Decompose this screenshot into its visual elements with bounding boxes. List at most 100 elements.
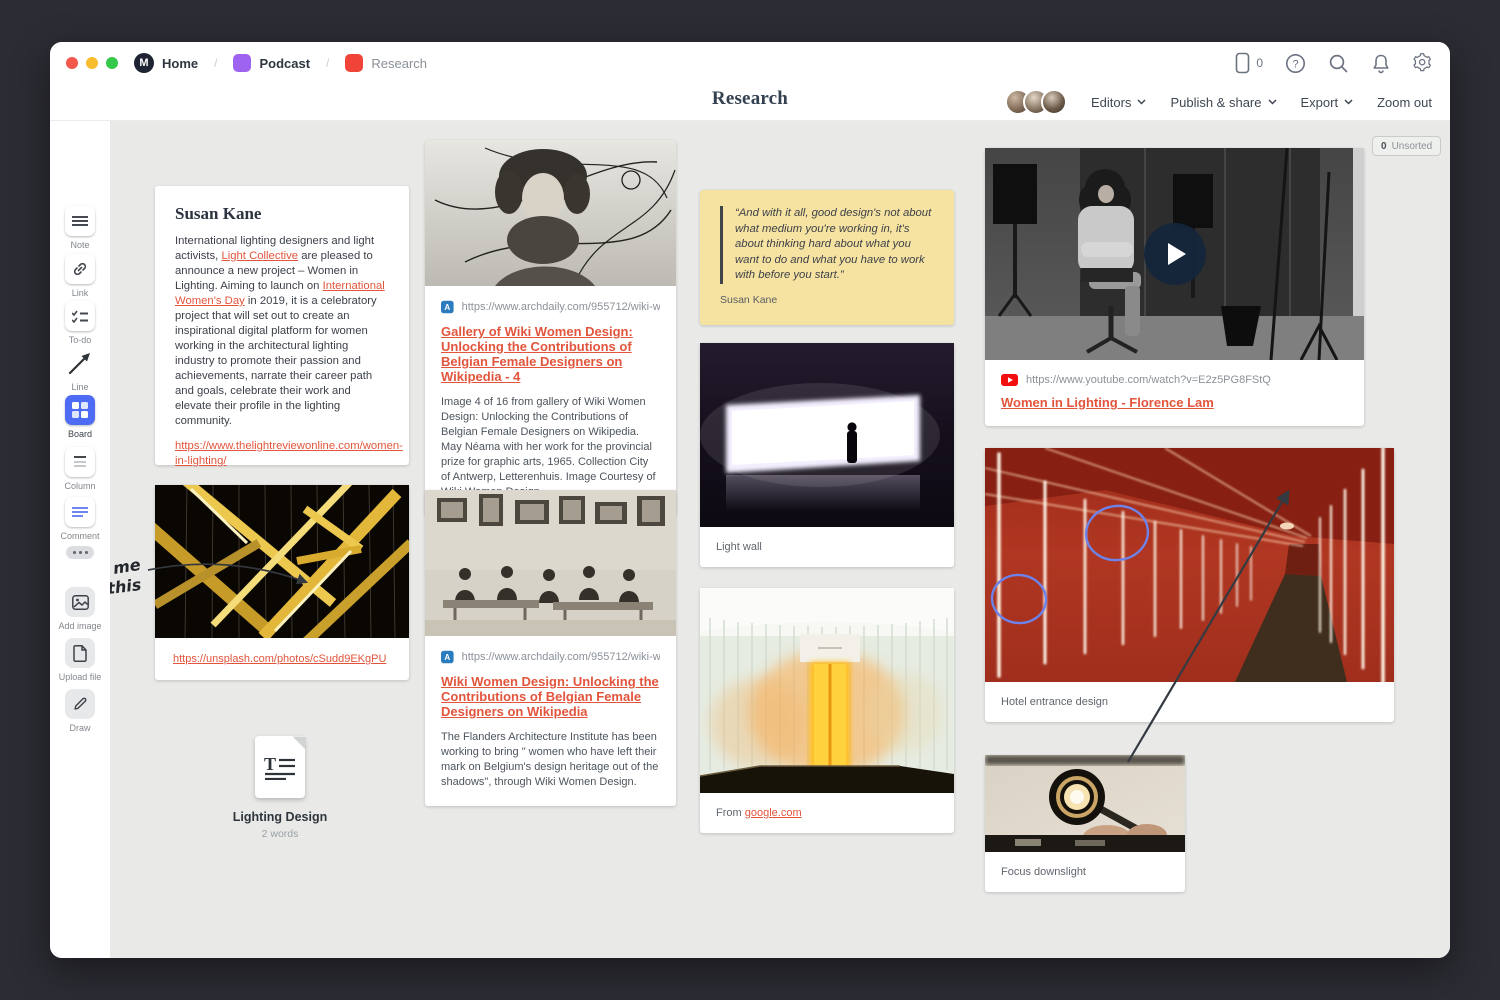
editors-dropdown[interactable]: Editors (1091, 95, 1146, 110)
video-title-link[interactable]: Women in Lighting - Florence Lam (1001, 395, 1348, 410)
notifications-bell-icon[interactable] (1371, 53, 1391, 74)
note-title: Susan Kane (175, 204, 389, 224)
portrait-photo-image[interactable] (425, 140, 676, 286)
tool-note[interactable]: Note (50, 206, 110, 250)
hotel-corridor-image[interactable] (985, 448, 1394, 682)
tool-label: Comment (60, 531, 99, 541)
tool-column[interactable]: Column (50, 447, 110, 491)
video-card[interactable]: https://www.youtube.com/watch?v=E2z5PG8F… (985, 148, 1364, 426)
add-image-icon (65, 587, 95, 617)
link-source-row: https://www.youtube.com/watch?v=E2z5PG8F… (1001, 374, 1348, 386)
page-fold-corner (292, 736, 305, 749)
tool-label: To-do (69, 335, 92, 345)
settings-gear-icon[interactable] (1413, 53, 1434, 74)
tool-todo[interactable]: To-do (50, 301, 110, 345)
quote-card[interactable]: “And with it all, good design's not abou… (700, 190, 954, 325)
image-card-elevator[interactable]: From google.com (700, 588, 954, 833)
svg-text:A: A (444, 303, 450, 312)
light-wall-image[interactable] (700, 343, 954, 527)
tool-sidebar: Note Link To-do Line Board (50, 120, 110, 958)
image-card-gold[interactable]: https://unsplash.com/photos/cSudd9EKgPU (155, 485, 409, 680)
google-source-link[interactable]: google.com (745, 807, 802, 819)
tool-label: Upload file (59, 672, 102, 682)
document-title: Lighting Design (233, 810, 327, 824)
export-label: Export (1301, 95, 1339, 110)
svg-text:?: ? (1292, 58, 1298, 70)
note-text: in 2019, it is a celebratory project tha… (175, 295, 377, 427)
line-arrow-icon (65, 348, 95, 378)
image-caption: Focus downslight (985, 852, 1185, 892)
tool-label: Note (70, 240, 89, 250)
link-description: Image 4 of 16 from gallery of Wiki Women… (441, 395, 660, 500)
close-window-button[interactable] (66, 57, 78, 69)
unsorted-label: Unsorted (1392, 141, 1433, 152)
tool-board[interactable]: Board (50, 395, 110, 439)
document-icon[interactable]: T (255, 736, 305, 798)
note-card-susan-kane[interactable]: Susan Kane International lighting design… (155, 186, 409, 465)
tool-add-image[interactable]: Add image (50, 587, 110, 631)
avatar[interactable] (1041, 89, 1067, 115)
board-icon (65, 395, 95, 425)
zoom-out-button[interactable]: Zoom out (1377, 95, 1432, 110)
chevron-down-icon (1344, 99, 1353, 105)
help-icon[interactable]: ? (1285, 53, 1306, 74)
note-body: International lighting designers and lig… (175, 234, 389, 429)
play-button[interactable] (1144, 223, 1206, 285)
image-caption: From google.com (700, 793, 954, 833)
tool-label: Add image (58, 621, 101, 631)
search-icon[interactable] (1328, 53, 1349, 74)
minimize-window-button[interactable] (86, 57, 98, 69)
quote-attribution: Susan Kane (720, 294, 934, 306)
image-card-light-wall[interactable]: Light wall (700, 343, 954, 567)
editor-avatars[interactable] (1005, 89, 1067, 115)
todo-icon (65, 301, 95, 331)
breadcrumb-separator: / (326, 56, 329, 70)
image-link-row: https://unsplash.com/photos/cSudd9EKgPU (155, 638, 409, 680)
link-title[interactable]: Gallery of Wiki Women Design: Unlocking … (441, 324, 660, 384)
editors-label: Editors (1091, 95, 1131, 110)
research-board-icon[interactable] (345, 54, 363, 72)
link-card-wiki[interactable]: A https://www.archdaily.com/955712/wiki-… (425, 490, 676, 806)
tool-comment[interactable]: Comment (50, 497, 110, 541)
link-source-row: A https://www.archdaily.com/955712/wiki-… (441, 300, 660, 314)
tool-label: Draw (69, 723, 90, 733)
document-card-lighting-design[interactable]: T Lighting Design 2 words (200, 736, 360, 840)
image-caption: Hotel entrance design (985, 682, 1394, 722)
note-url-link[interactable]: https://www.thelightreviewonline.com/wom… (175, 439, 389, 469)
image-card-downlight[interactable]: Focus downslight (985, 755, 1185, 892)
podcast-board-icon[interactable] (233, 54, 251, 72)
device-count: 0 (1256, 56, 1263, 70)
note-inline-link[interactable]: Light Collective (221, 250, 298, 262)
export-dropdown[interactable]: Export (1301, 95, 1354, 110)
milanote-logo-icon[interactable]: M (134, 53, 154, 73)
publish-share-dropdown[interactable]: Publish & share (1170, 95, 1276, 110)
link-description: The Flanders Architecture Institute has … (441, 730, 660, 790)
elevator-image[interactable] (700, 588, 954, 793)
image-card-corridor[interactable]: Hotel entrance design (985, 448, 1394, 722)
link-card-gallery[interactable]: A https://www.archdaily.com/955712/wiki-… (425, 140, 676, 516)
upload-file-icon (65, 638, 95, 668)
spotlight-image[interactable] (985, 755, 1185, 852)
tool-line[interactable]: Line (50, 348, 110, 392)
classroom-photo-image[interactable] (425, 490, 676, 636)
breadcrumb-research[interactable]: Research (371, 56, 427, 71)
breadcrumb: M Home / Podcast / Research (134, 53, 427, 73)
tool-link[interactable]: Link (50, 254, 110, 298)
tool-more[interactable] (50, 546, 110, 559)
breadcrumb-podcast[interactable]: Podcast (259, 56, 310, 71)
svg-text:A: A (444, 653, 450, 662)
tool-upload-file[interactable]: Upload file (50, 638, 110, 682)
chevron-down-icon (1268, 99, 1277, 105)
unsorted-badge[interactable]: 0 Unsorted (1372, 136, 1441, 156)
tool-label: Line (71, 382, 88, 392)
image-caption: Light wall (700, 527, 954, 567)
unsplash-url-link[interactable]: https://unsplash.com/photos/cSudd9EKgPU (173, 653, 386, 665)
link-title[interactable]: Wiki Women Design: Unlocking the Contrib… (441, 674, 660, 719)
tool-draw[interactable]: Draw (50, 689, 110, 733)
zoom-window-button[interactable] (106, 57, 118, 69)
mobile-device-icon[interactable] (1235, 52, 1250, 74)
gold-sculpture-image[interactable] (155, 485, 409, 638)
breadcrumb-home[interactable]: Home (162, 56, 198, 71)
video-thumbnail[interactable] (985, 148, 1364, 360)
link-url: https://www.youtube.com/watch?v=E2z5PG8F… (1026, 374, 1271, 386)
